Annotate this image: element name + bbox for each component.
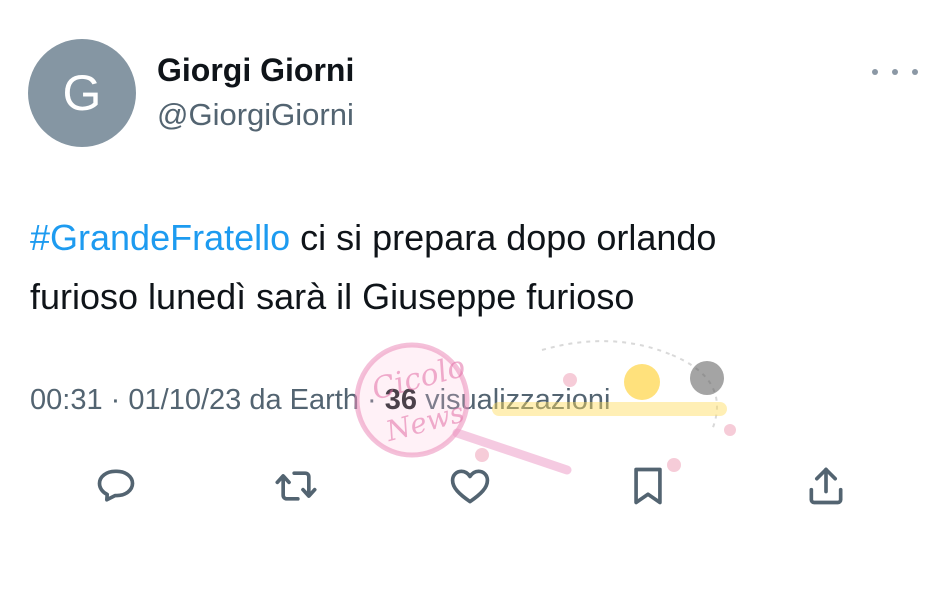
reply-icon <box>97 469 135 502</box>
retweet-button[interactable] <box>268 458 324 514</box>
display-name[interactable]: Giorgi Giorni <box>157 52 354 89</box>
avatar-letter: G <box>62 65 102 121</box>
tweet-meta: 00:31 · 01/10/23 da Earth · 36 visualizz… <box>30 384 610 417</box>
tweet-text-line-1: #GrandeFratello ci si prepara dopo orlan… <box>30 208 910 267</box>
tweet-date[interactable]: 01/10/23 <box>128 384 241 416</box>
tweet-actions-bar <box>0 458 946 518</box>
tweet-text-part: ci si prepara dopo orlando <box>290 217 717 258</box>
views-count: 36 <box>384 384 418 416</box>
bookmark-button[interactable] <box>620 458 676 514</box>
share-icon <box>809 467 843 505</box>
like-button[interactable] <box>442 458 498 514</box>
reply-button[interactable] <box>88 458 144 514</box>
tweet-text: #GrandeFratello ci si prepara dopo orlan… <box>30 208 910 326</box>
meta-separator: · <box>367 384 377 416</box>
retweet-icon <box>275 471 317 501</box>
more-dot-icon <box>912 69 918 75</box>
user-handle[interactable]: @GiorgiGiorni <box>157 97 354 133</box>
like-icon <box>450 469 490 504</box>
tweet-source: da Earth <box>249 384 359 416</box>
more-dot-icon <box>872 69 878 75</box>
bookmark-icon <box>634 467 662 505</box>
share-button[interactable] <box>798 458 854 514</box>
tweet-text-line-2: furioso lunedì sarà il Giuseppe furioso <box>30 276 635 317</box>
views-label: visualizzazioni <box>425 384 611 416</box>
more-dot-icon <box>892 69 898 75</box>
avatar[interactable]: G <box>28 39 136 147</box>
tweet-time[interactable]: 00:31 <box>30 384 103 416</box>
hashtag-link[interactable]: #GrandeFratello <box>30 217 290 258</box>
tweet-card: G Giorgi Giorni @GiorgiGiorni #GrandeFra… <box>0 0 946 601</box>
more-options-button[interactable] <box>872 60 918 84</box>
meta-separator: · <box>110 384 121 416</box>
